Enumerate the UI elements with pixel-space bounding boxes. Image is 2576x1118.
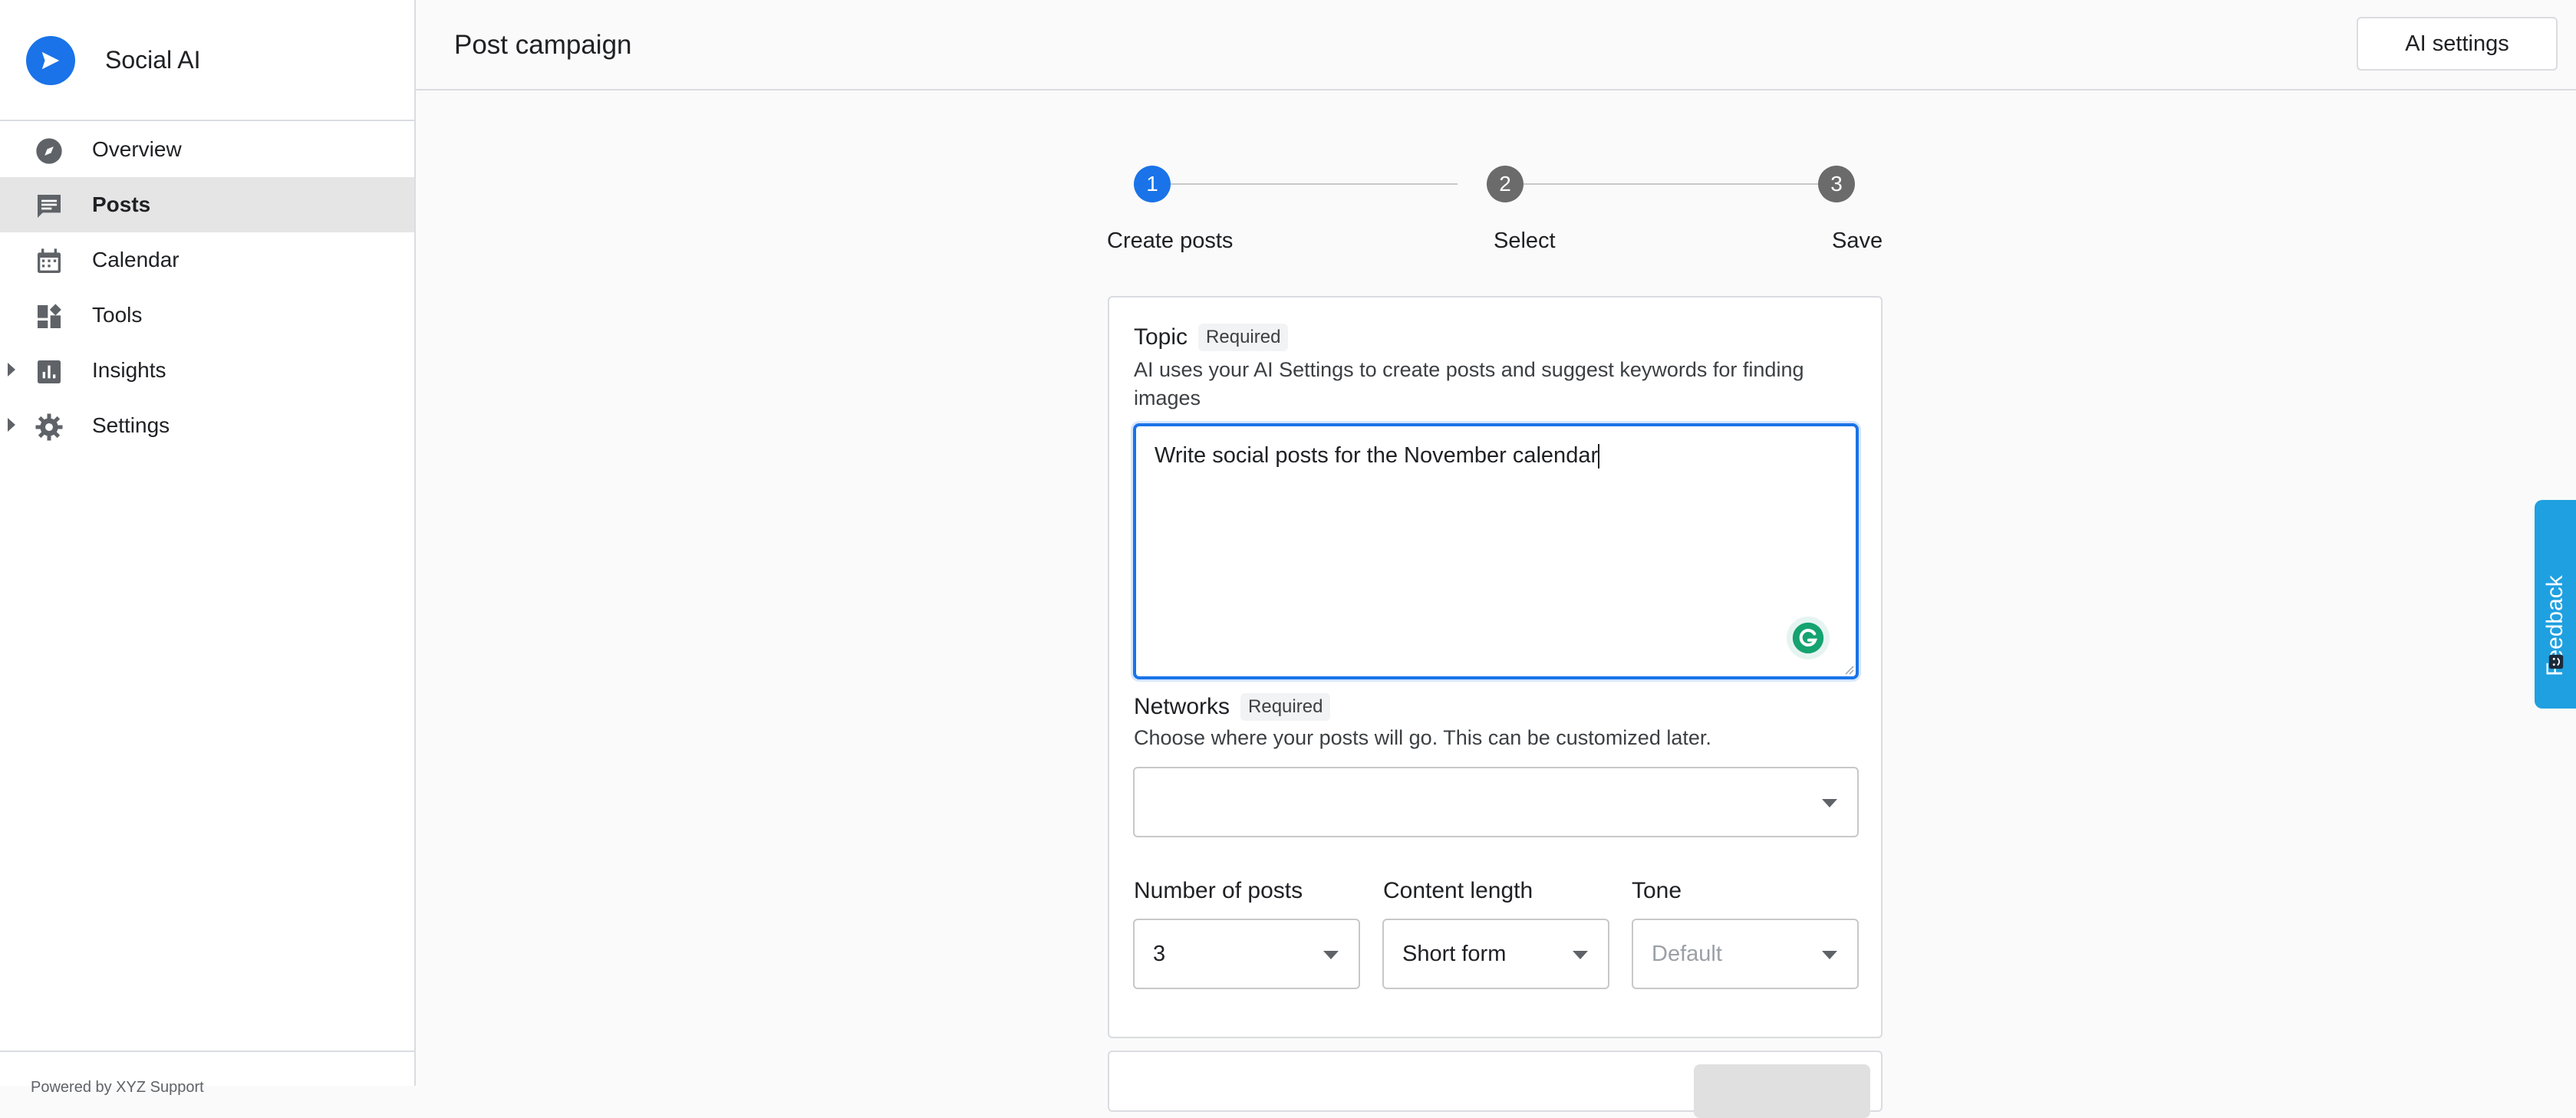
step-2-label: Select: [1494, 229, 1556, 253]
topic-label-row: Topic Required: [1134, 324, 1289, 351]
chevron-down-icon: [1822, 799, 1837, 807]
sidebar-footer: Powered by XYZ Support: [0, 1051, 414, 1096]
chevron-down-icon: [1573, 951, 1588, 959]
networks-select[interactable]: [1133, 767, 1859, 837]
top-header: Post campaign AI settings: [416, 0, 2576, 90]
gear-icon: [34, 412, 64, 442]
sidebar-item-insights[interactable]: Insights: [0, 343, 414, 398]
topic-help-text: AI uses your AI Settings to create posts…: [1134, 358, 1804, 409]
feedback-smile-icon: [2548, 654, 2564, 669]
tone-label: Tone: [1632, 878, 1682, 903]
expand-caret-icon[interactable]: [8, 418, 15, 432]
number-of-posts-select[interactable]: 3: [1133, 919, 1360, 989]
content-length-label: Content length: [1383, 878, 1533, 903]
compass-icon: [34, 136, 64, 166]
feedback-tab[interactable]: Feedback: [2535, 500, 2576, 709]
calendar-icon: [34, 246, 64, 277]
sidebar-item-settings[interactable]: Settings: [0, 398, 414, 453]
sidebar-item-label: Settings: [92, 413, 170, 437]
sidebar-item-label: Overview: [92, 137, 182, 161]
app-name: Social AI: [105, 46, 201, 74]
step-1-indicator: 1: [1134, 166, 1171, 202]
ai-settings-button[interactable]: AI settings: [2357, 17, 2558, 71]
sidebar-item-label: Tools: [92, 303, 143, 327]
networks-help-text: Choose where your posts will go. This ca…: [1134, 726, 1711, 749]
sidebar-item-tools[interactable]: Tools: [0, 288, 414, 343]
resize-handle-icon[interactable]: [1843, 664, 1854, 675]
next-button[interactable]: [1694, 1064, 1870, 1118]
step-3-indicator: 3: [1818, 166, 1855, 202]
tone-placeholder: Default: [1652, 942, 1722, 966]
step-2-indicator: 2: [1487, 166, 1524, 202]
topic-value-text: Write social posts for the November cale…: [1155, 443, 1599, 468]
paper-plane-icon[interactable]: [26, 36, 75, 85]
topic-label: Topic: [1134, 324, 1188, 350]
page-title: Post campaign: [454, 30, 632, 60]
stepper: 1 2 3 Create posts Select Save: [1105, 161, 1887, 261]
topic-input-value: Write social posts for the November cale…: [1155, 442, 1600, 469]
networks-label: Networks: [1134, 694, 1230, 719]
step-connector: [1171, 183, 1458, 185]
step-1-label: Create posts: [1107, 229, 1234, 253]
text-cursor: [1598, 444, 1600, 469]
required-badge: Required: [1240, 693, 1331, 721]
networks-label-row: Networks Required: [1134, 693, 1331, 721]
dashboard-icon: [34, 301, 64, 332]
number-of-posts-label: Number of posts: [1134, 878, 1303, 903]
number-of-posts-value: 3: [1153, 942, 1166, 966]
content-length-value: Short form: [1402, 942, 1507, 966]
chevron-down-icon: [1323, 951, 1339, 959]
sidebar-item-posts[interactable]: Posts: [0, 177, 414, 232]
content-length-select[interactable]: Short form: [1382, 919, 1609, 989]
powered-by-text: Powered by XYZ Support: [31, 1079, 204, 1096]
actions-card: [1108, 1051, 1883, 1118]
expand-caret-icon[interactable]: [8, 363, 15, 377]
step-3-label: Save: [1832, 229, 1883, 253]
brand-header: Social AI: [0, 0, 414, 121]
step-connector: [1524, 183, 1818, 185]
grammarly-icon[interactable]: [1787, 617, 1830, 659]
bar-chart-icon: [34, 357, 64, 387]
chat-icon: [34, 191, 64, 222]
required-badge: Required: [1198, 324, 1289, 351]
sidebar-nav: Overview Posts Calendar Tools Insights S…: [0, 122, 414, 453]
create-posts-card: Topic Required AI uses your AI Settings …: [1108, 296, 1883, 1038]
sidebar-item-label: Insights: [92, 358, 166, 382]
sidebar-item-label: Posts: [92, 192, 151, 216]
sidebar-item-label: Calendar: [92, 248, 180, 271]
sidebar-item-overview[interactable]: Overview: [0, 122, 414, 177]
topic-textarea[interactable]: Write social posts for the November cale…: [1133, 423, 1859, 679]
chevron-down-icon: [1822, 951, 1837, 959]
sidebar-item-calendar[interactable]: Calendar: [0, 232, 414, 288]
tone-select[interactable]: Default: [1632, 919, 1859, 989]
sidebar: Social AI Overview Posts Calendar Tools: [0, 0, 416, 1096]
